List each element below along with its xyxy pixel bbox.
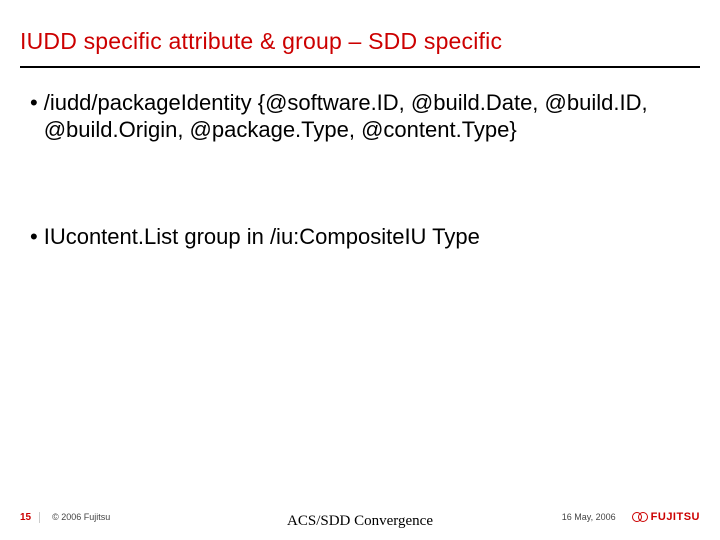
infinity-icon — [634, 510, 648, 524]
bullet-dot: • — [30, 90, 38, 144]
title-underline — [20, 66, 700, 68]
footer-center: ACS/SDD Convergence — [287, 513, 433, 530]
fujitsu-logo: FUJITSU — [634, 510, 700, 524]
logo-text: FUJITSU — [651, 511, 700, 523]
page-number: 15 — [20, 512, 40, 523]
body-content: • /iudd/packageIdentity {@software.ID, @… — [30, 90, 690, 330]
bullet-text: IUcontent.List group in /iu:CompositeIU … — [44, 224, 480, 251]
bullet-item: • /iudd/packageIdentity {@software.ID, @… — [30, 90, 690, 144]
bullet-text: /iudd/packageIdentity {@software.ID, @bu… — [44, 90, 690, 144]
footer-right: 16 May, 2006 FUJITSU — [562, 510, 700, 524]
slide: IUDD specific attribute & group – SDD sp… — [0, 0, 720, 540]
copyright: © 2006 Fujitsu — [52, 512, 110, 522]
footer-date: 16 May, 2006 — [562, 512, 616, 522]
footer-left: 15 © 2006 Fujitsu — [20, 512, 110, 523]
bullet-dot: • — [30, 224, 38, 251]
slide-title: IUDD specific attribute & group – SDD sp… — [20, 28, 700, 55]
bullet-item: • IUcontent.List group in /iu:CompositeI… — [30, 224, 690, 251]
